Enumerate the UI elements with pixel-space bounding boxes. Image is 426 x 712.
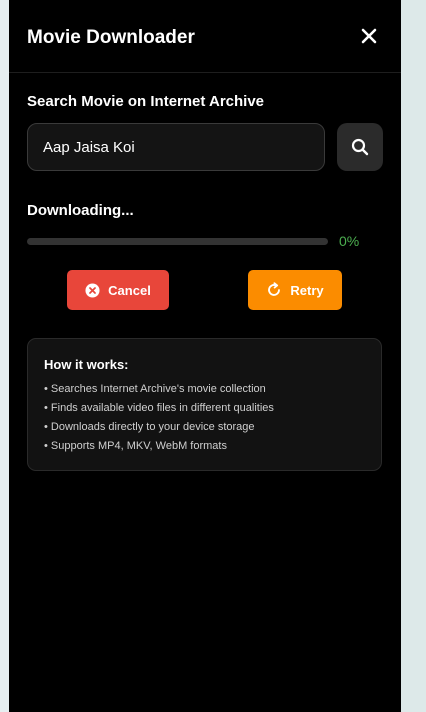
info-item: • Searches Internet Archive's movie coll… (44, 383, 266, 395)
cancel-circle-icon (85, 282, 100, 298)
retry-button[interactable]: Retry (248, 270, 342, 310)
downloader-panel: Movie Downloader Search Movie on Interne… (9, 0, 401, 712)
search-label: Search Movie on Internet Archive (27, 93, 265, 110)
page-title: Movie Downloader (27, 27, 195, 48)
download-status: Downloading... (27, 202, 134, 219)
info-box: How it works: • Searches Internet Archiv… (27, 338, 382, 471)
background-strip (0, 0, 9, 712)
search-icon (351, 138, 369, 156)
search-input[interactable] (27, 123, 325, 171)
progress-bar (27, 238, 328, 245)
close-icon (361, 28, 377, 44)
panel-header: Movie Downloader (9, 0, 401, 73)
cancel-button[interactable]: Cancel (67, 270, 169, 310)
progress-percent: 0% (339, 233, 360, 249)
cancel-label: Cancel (108, 282, 151, 298)
retry-icon (268, 282, 281, 296)
search-button[interactable] (337, 123, 383, 171)
info-item: • Supports MP4, MKV, WebM formats (44, 440, 227, 452)
info-item: • Downloads directly to your device stor… (44, 421, 255, 433)
info-item: • Finds available video files in differe… (44, 402, 274, 414)
info-title: How it works: (44, 357, 129, 372)
retry-label: Retry (290, 282, 324, 298)
close-button[interactable] (359, 26, 379, 46)
